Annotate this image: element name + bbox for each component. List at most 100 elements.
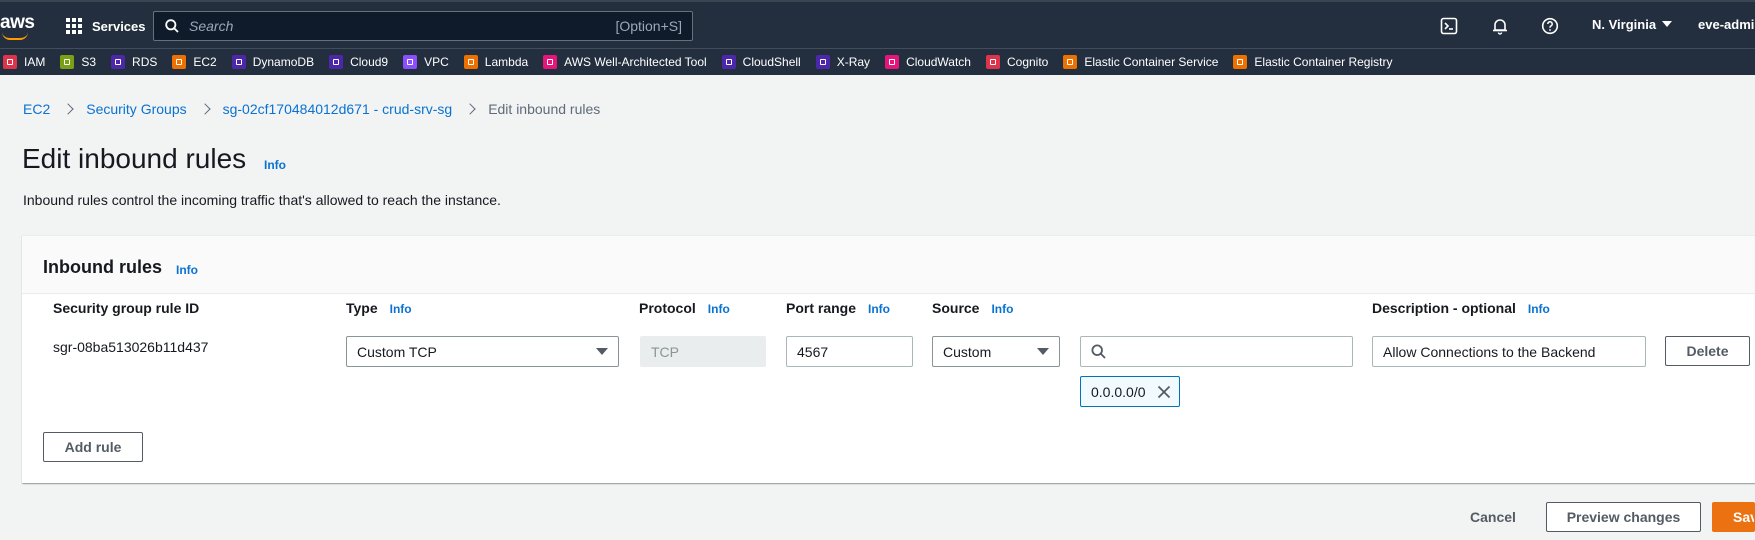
favorite-label: Elastic Container Service: [1084, 55, 1219, 69]
favorite-label: S3: [81, 55, 97, 69]
source-cidr-input[interactable]: [1114, 343, 1342, 360]
chevron-right-icon: [62, 103, 74, 115]
port-range-input[interactable]: [797, 343, 902, 360]
notifications-bell-icon[interactable]: [1490, 16, 1510, 36]
favorite-label: VPC: [424, 55, 449, 69]
panel-header: Inbound rules Info: [22, 236, 1755, 294]
column-label: Type: [346, 300, 378, 316]
column-label: Protocol: [639, 300, 696, 316]
service-icon: [3, 55, 17, 69]
column-label: Source: [932, 300, 980, 316]
port-range-field[interactable]: [786, 336, 913, 367]
panel-info-link[interactable]: Info: [176, 263, 198, 277]
favorite-aws-well-architected-tool[interactable]: AWS Well-Architected Tool: [543, 55, 707, 69]
favorite-lambda[interactable]: Lambda: [463, 55, 529, 69]
favorite-label: CloudWatch: [906, 55, 971, 69]
port-range-info-link[interactable]: Info: [868, 302, 890, 316]
favorite-iam[interactable]: IAM: [3, 55, 45, 69]
description-input[interactable]: [1383, 343, 1635, 360]
favorite-x-ray[interactable]: X-Ray: [815, 55, 870, 69]
breadcrumb: EC2 Security Groups sg-02cf170484012d671…: [23, 101, 600, 117]
source-cidr-token-label: 0.0.0.0/0: [1091, 383, 1146, 400]
favorite-cloudwatch[interactable]: CloudWatch: [885, 55, 971, 69]
cancel-button[interactable]: Cancel: [1458, 502, 1528, 532]
close-icon[interactable]: [1155, 383, 1173, 401]
source-info-link[interactable]: Info: [991, 302, 1013, 316]
favorite-rds[interactable]: RDS: [111, 55, 157, 69]
search-bar[interactable]: [Option+S]: [153, 11, 693, 41]
favorite-label: Lambda: [484, 55, 529, 69]
region-label: N. Virginia: [1592, 17, 1657, 32]
favorite-cloudshell[interactable]: CloudShell: [721, 55, 801, 69]
favorite-label: DynamoDB: [252, 55, 315, 69]
preview-changes-button[interactable]: Preview changes: [1546, 502, 1701, 532]
favorite-vpc[interactable]: VPC: [403, 55, 449, 69]
service-icon: [1233, 55, 1248, 69]
search-icon: [1091, 344, 1106, 359]
top-navigation: aws Services [Option+S] N. Virginia eve-…: [0, 0, 1755, 48]
service-icon: [231, 55, 246, 69]
breadcrumb-security-groups[interactable]: Security Groups: [86, 101, 186, 117]
cloudshell-icon[interactable]: [1439, 16, 1459, 36]
favorite-label: AWS Well-Architected Tool: [564, 55, 707, 69]
favorite-label: CloudShell: [742, 55, 801, 69]
column-header-type: Type Info: [346, 300, 412, 316]
favorite-cognito[interactable]: Cognito: [985, 55, 1049, 69]
protocol-value: TCP: [651, 343, 679, 360]
delete-rule-button[interactable]: Delete: [1665, 336, 1750, 366]
type-info-link[interactable]: Info: [390, 302, 412, 316]
service-icon: [329, 55, 344, 69]
caret-down-icon: [596, 348, 608, 355]
protocol-info-link[interactable]: Info: [708, 302, 730, 316]
description-info-link[interactable]: Info: [1528, 302, 1550, 316]
chevron-right-icon: [198, 103, 211, 115]
service-icon: [111, 55, 126, 69]
column-header-protocol: Protocol Info: [639, 300, 730, 316]
save-rules-button[interactable]: Save rules: [1712, 502, 1755, 532]
service-icon: [463, 55, 478, 69]
favorite-label: Elastic Container Registry: [1254, 55, 1393, 69]
favorite-ec2[interactable]: EC2: [172, 55, 217, 69]
favorite-elastic-container-registry[interactable]: Elastic Container Registry: [1233, 55, 1392, 69]
service-icon: [815, 55, 830, 69]
add-rule-button[interactable]: Add rule: [43, 432, 143, 462]
favorite-cloud9[interactable]: Cloud9: [329, 55, 388, 69]
panel-title: Inbound rules: [43, 257, 162, 277]
favorite-label: EC2: [193, 55, 217, 69]
service-icon: [985, 55, 1000, 69]
type-select[interactable]: Custom TCP: [346, 336, 619, 367]
service-icon: [403, 55, 418, 69]
favorite-s3[interactable]: S3: [60, 55, 96, 69]
page-description: Inbound rules control the incoming traff…: [23, 192, 501, 208]
account-menu[interactable]: eve-admin: [1698, 17, 1755, 32]
service-icon: [721, 55, 736, 69]
favorite-elastic-container-service[interactable]: Elastic Container Service: [1063, 55, 1218, 69]
service-icon: [1063, 55, 1078, 69]
rule-id-value: sgr-08ba513026b11d437: [53, 339, 209, 355]
source-type-select[interactable]: Custom: [932, 336, 1060, 367]
page-info-link[interactable]: Info: [264, 158, 286, 172]
search-shortcut-hint: [Option+S]: [615, 18, 682, 34]
caret-down-icon: [1662, 21, 1673, 27]
search-icon: [165, 19, 179, 33]
source-cidr-token: 0.0.0.0/0: [1080, 376, 1180, 407]
help-icon[interactable]: [1540, 16, 1560, 36]
services-menu-button[interactable]: Services: [66, 15, 146, 37]
source-cidr-search[interactable]: [1080, 336, 1353, 367]
region-selector[interactable]: N. Virginia: [1592, 17, 1673, 32]
breadcrumb-ec2[interactable]: EC2: [23, 101, 50, 117]
aws-logo-smile: [2, 32, 28, 40]
favorite-label: Cognito: [1006, 55, 1049, 69]
breadcrumb-security-group[interactable]: sg-02cf170484012d671 - crud-srv-sg: [223, 101, 453, 117]
column-label: Port range: [786, 300, 857, 316]
favorite-dynamodb[interactable]: DynamoDB: [231, 55, 315, 69]
services-label: Services: [92, 18, 146, 34]
grid-icon: [66, 18, 82, 34]
description-field[interactable]: [1372, 336, 1646, 367]
chevron-right-icon: [464, 103, 476, 115]
column-header-rule-id: Security group rule ID: [53, 300, 199, 316]
breadcrumb-current: Edit inbound rules: [488, 101, 601, 117]
search-input[interactable]: [189, 18, 616, 34]
column-label: Security group rule ID: [53, 300, 200, 316]
aws-logo[interactable]: aws: [0, 12, 40, 42]
